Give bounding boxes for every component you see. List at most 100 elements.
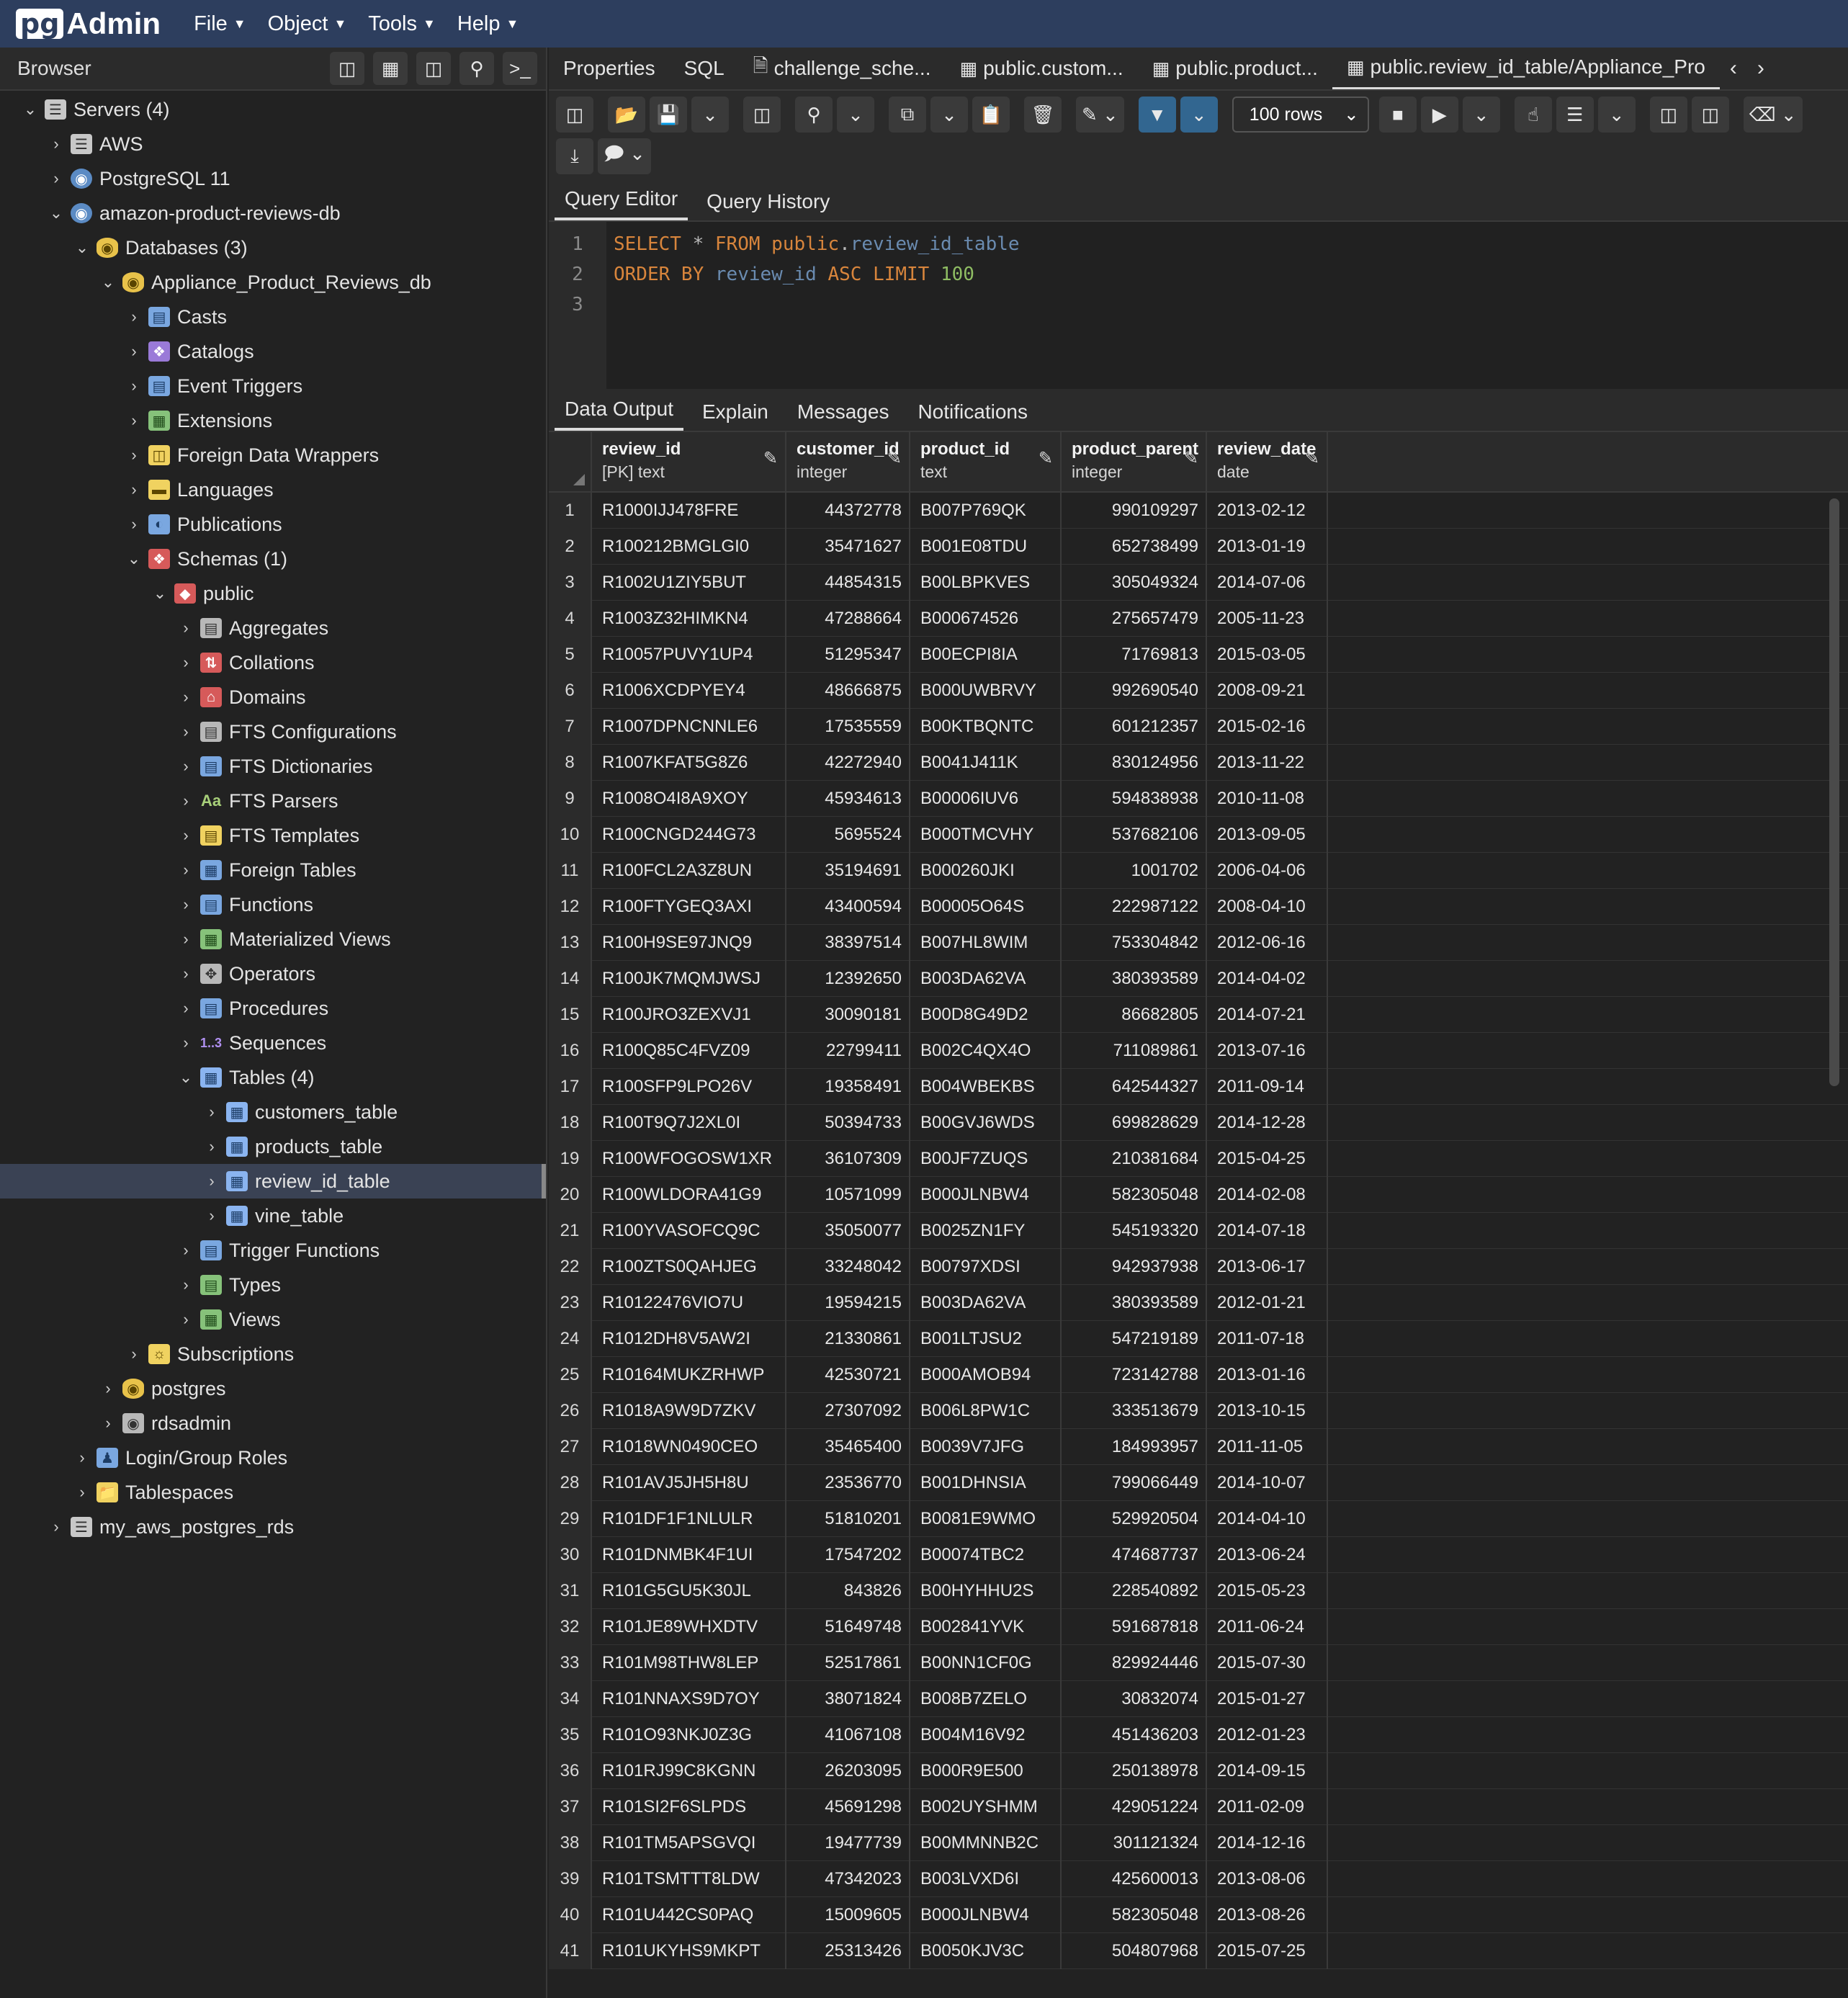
row-number[interactable]: 38: [549, 1825, 592, 1861]
cell-review-id[interactable]: R1018WN0490CEO: [592, 1429, 786, 1465]
open-file-button[interactable]: 📂: [608, 97, 645, 133]
table-row[interactable]: 31 R101G5GU5K30JL 843826 B00HYHHU2S 22854089…: [549, 1573, 1848, 1609]
cell-review-id[interactable]: R101TSMTTT8LDW: [592, 1861, 786, 1897]
table-row[interactable]: 15 R100JRO3ZEXVJ1 30090181 B00D8G49D2 866828…: [549, 997, 1848, 1033]
cell-product-id[interactable]: B00074TBC2: [910, 1537, 1062, 1573]
table-row[interactable]: 14 R100JK7MQMJWSJ 12392650 B003DA62VA 380393…: [549, 961, 1848, 997]
cell-product-parent[interactable]: 582305048: [1062, 1897, 1207, 1933]
cell-customer-id[interactable]: 42272940: [786, 745, 910, 781]
tab-query-editor[interactable]: Query Editor: [555, 187, 688, 220]
tree-item-aws[interactable]: › ☰ AWS: [0, 127, 546, 161]
row-number[interactable]: 2: [549, 529, 592, 565]
cell-product-id[interactable]: B002C4QX4O: [910, 1033, 1062, 1069]
table-row[interactable]: 36 R101RJ99C8KGNN 26203095 B000R9E500 250138…: [549, 1753, 1848, 1789]
cell-product-id[interactable]: B004WBEKBS: [910, 1069, 1062, 1105]
tree-item-login-group-roles[interactable]: › ♟ Login/Group Roles: [0, 1441, 546, 1475]
chevron-right-icon[interactable]: ›: [122, 446, 145, 465]
save-options-dropdown[interactable]: ⌄: [691, 97, 729, 133]
cell-review-date[interactable]: 2014-04-02: [1207, 961, 1328, 997]
filtered-rows-button[interactable]: ◫: [416, 52, 451, 85]
table-row[interactable]: 20 R100WLDORA41G9 10571099 B000JLNBW4 582305…: [549, 1177, 1848, 1213]
cell-review-date[interactable]: 2014-07-06: [1207, 565, 1328, 601]
column-header-review-id[interactable]: review_id [PK] text ✎: [592, 432, 786, 491]
cell-customer-id[interactable]: 17547202: [786, 1537, 910, 1573]
cell-review-id[interactable]: R1003Z32HIMKN4: [592, 601, 786, 637]
row-number[interactable]: 14: [549, 961, 592, 997]
chevron-right-icon[interactable]: ›: [174, 792, 197, 810]
cell-product-id[interactable]: B00MMNNB2C: [910, 1825, 1062, 1861]
tree-item-aggregates[interactable]: › ▤ Aggregates: [0, 611, 546, 645]
cell-customer-id[interactable]: 51295347: [786, 637, 910, 673]
cell-review-date[interactable]: 2014-09-15: [1207, 1753, 1328, 1789]
row-number[interactable]: 3: [549, 565, 592, 601]
tree-item-catalogs[interactable]: › ❖ Catalogs: [0, 334, 546, 369]
row-number[interactable]: 29: [549, 1501, 592, 1537]
cell-customer-id[interactable]: 45934613: [786, 781, 910, 817]
cell-review-date[interactable]: 2013-06-24: [1207, 1537, 1328, 1573]
copy-dropdown[interactable]: ⌄: [930, 97, 968, 133]
cell-review-id[interactable]: R100H9SE97JNQ9: [592, 925, 786, 961]
cell-product-parent[interactable]: 429051224: [1062, 1789, 1207, 1825]
tab-messages[interactable]: Messages: [787, 400, 900, 431]
tree-item-subscriptions[interactable]: › ☼ Subscriptions: [0, 1337, 546, 1371]
cell-review-id[interactable]: R101UKYHS9MKPT: [592, 1933, 786, 1969]
chevron-right-icon[interactable]: ›: [200, 1137, 223, 1156]
cell-customer-id[interactable]: 27307092: [786, 1393, 910, 1429]
cell-customer-id[interactable]: 35050077: [786, 1213, 910, 1249]
chevron-right-icon[interactable]: ›: [174, 722, 197, 741]
view-data-button[interactable]: ▦: [373, 52, 408, 85]
chevron-right-icon[interactable]: ›: [122, 1345, 145, 1363]
cell-review-date[interactable]: 2011-09-14: [1207, 1069, 1328, 1105]
cell-product-id[interactable]: B007P769QK: [910, 493, 1062, 529]
cell-review-date[interactable]: 2015-07-25: [1207, 1933, 1328, 1969]
tree-item-public[interactable]: ⌄ ◆ public: [0, 576, 546, 611]
explain-dropdown[interactable]: ⌄: [1597, 97, 1636, 133]
filter-button[interactable]: ▼: [1138, 97, 1176, 133]
table-row[interactable]: 7 R1007DPNCNNLE6 17535559 B00KTBQNTC 6012123…: [549, 709, 1848, 745]
cell-product-id[interactable]: B007HL8WIM: [910, 925, 1062, 961]
stop-button[interactable]: ■: [1378, 97, 1417, 133]
tree-item-fts-dictionaries[interactable]: › ▤ FTS Dictionaries: [0, 749, 546, 784]
cell-product-id[interactable]: B000UWBRVY: [910, 673, 1062, 709]
cell-product-parent[interactable]: 86682805: [1062, 997, 1207, 1033]
cell-customer-id[interactable]: 21330861: [786, 1321, 910, 1357]
tree-item-databases-3[interactable]: ⌄ ◉ Databases (3): [0, 230, 546, 265]
cell-product-id[interactable]: B0081E9WMO: [910, 1501, 1062, 1537]
row-number[interactable]: 36: [549, 1753, 592, 1789]
cell-customer-id[interactable]: 38397514: [786, 925, 910, 961]
row-number[interactable]: 37: [549, 1789, 592, 1825]
cell-product-parent[interactable]: 451436203: [1062, 1717, 1207, 1753]
cell-review-date[interactable]: 2006-04-06: [1207, 853, 1328, 889]
chevron-right-icon[interactable]: ›: [200, 1206, 223, 1225]
save-file-button[interactable]: 💾: [650, 97, 687, 133]
cell-customer-id[interactable]: 47342023: [786, 1861, 910, 1897]
table-row[interactable]: 10 R100CNGD244G73 5695524 B000TMCVHY 5376821…: [549, 817, 1848, 853]
tree-item-publications[interactable]: › ◐ Publications: [0, 507, 546, 542]
cell-review-date[interactable]: 2013-08-06: [1207, 1861, 1328, 1897]
cell-review-id[interactable]: R101RJ99C8KGNN: [592, 1753, 786, 1789]
cell-product-parent[interactable]: 942937938: [1062, 1249, 1207, 1285]
table-row[interactable]: 17 R100SFP9LPO26V 19358491 B004WBEKBS 642544…: [549, 1069, 1848, 1105]
row-number[interactable]: 9: [549, 781, 592, 817]
tree-item-fts-configurations[interactable]: › ▤ FTS Configurations: [0, 714, 546, 749]
row-number[interactable]: 4: [549, 601, 592, 637]
table-row[interactable]: 5 R10057PUVY1UP4 51295347 B00ECPI8IA 7176981…: [549, 637, 1848, 673]
tree-item-tablespaces[interactable]: › 📁 Tablespaces: [0, 1475, 546, 1510]
cell-review-date[interactable]: 2005-11-23: [1207, 601, 1328, 637]
tree-item-fts-parsers[interactable]: › Aa FTS Parsers: [0, 784, 546, 818]
cell-review-id[interactable]: R100WFOGOSW1XR: [592, 1141, 786, 1177]
cell-customer-id[interactable]: 44854315: [786, 565, 910, 601]
tree-item-views[interactable]: › ▦ Views: [0, 1302, 546, 1337]
cell-product-id[interactable]: B002UYSHMM: [910, 1789, 1062, 1825]
row-number[interactable]: 19: [549, 1141, 592, 1177]
cell-product-id[interactable]: B00HYHHU2S: [910, 1573, 1062, 1609]
cell-product-parent[interactable]: 305049324: [1062, 565, 1207, 601]
cell-product-id[interactable]: B003DA62VA: [910, 1285, 1062, 1321]
table-row[interactable]: 11 R100FCL2A3Z8UN 35194691 B000260JKI 100170…: [549, 853, 1848, 889]
cell-customer-id[interactable]: 51649748: [786, 1609, 910, 1645]
cell-product-parent[interactable]: 275657479: [1062, 601, 1207, 637]
tree-item-fts-templates[interactable]: › ▤ FTS Templates: [0, 818, 546, 853]
row-number[interactable]: 41: [549, 1933, 592, 1969]
cell-product-parent[interactable]: 711089861: [1062, 1033, 1207, 1069]
rollback-button[interactable]: ◫: [1691, 97, 1729, 133]
